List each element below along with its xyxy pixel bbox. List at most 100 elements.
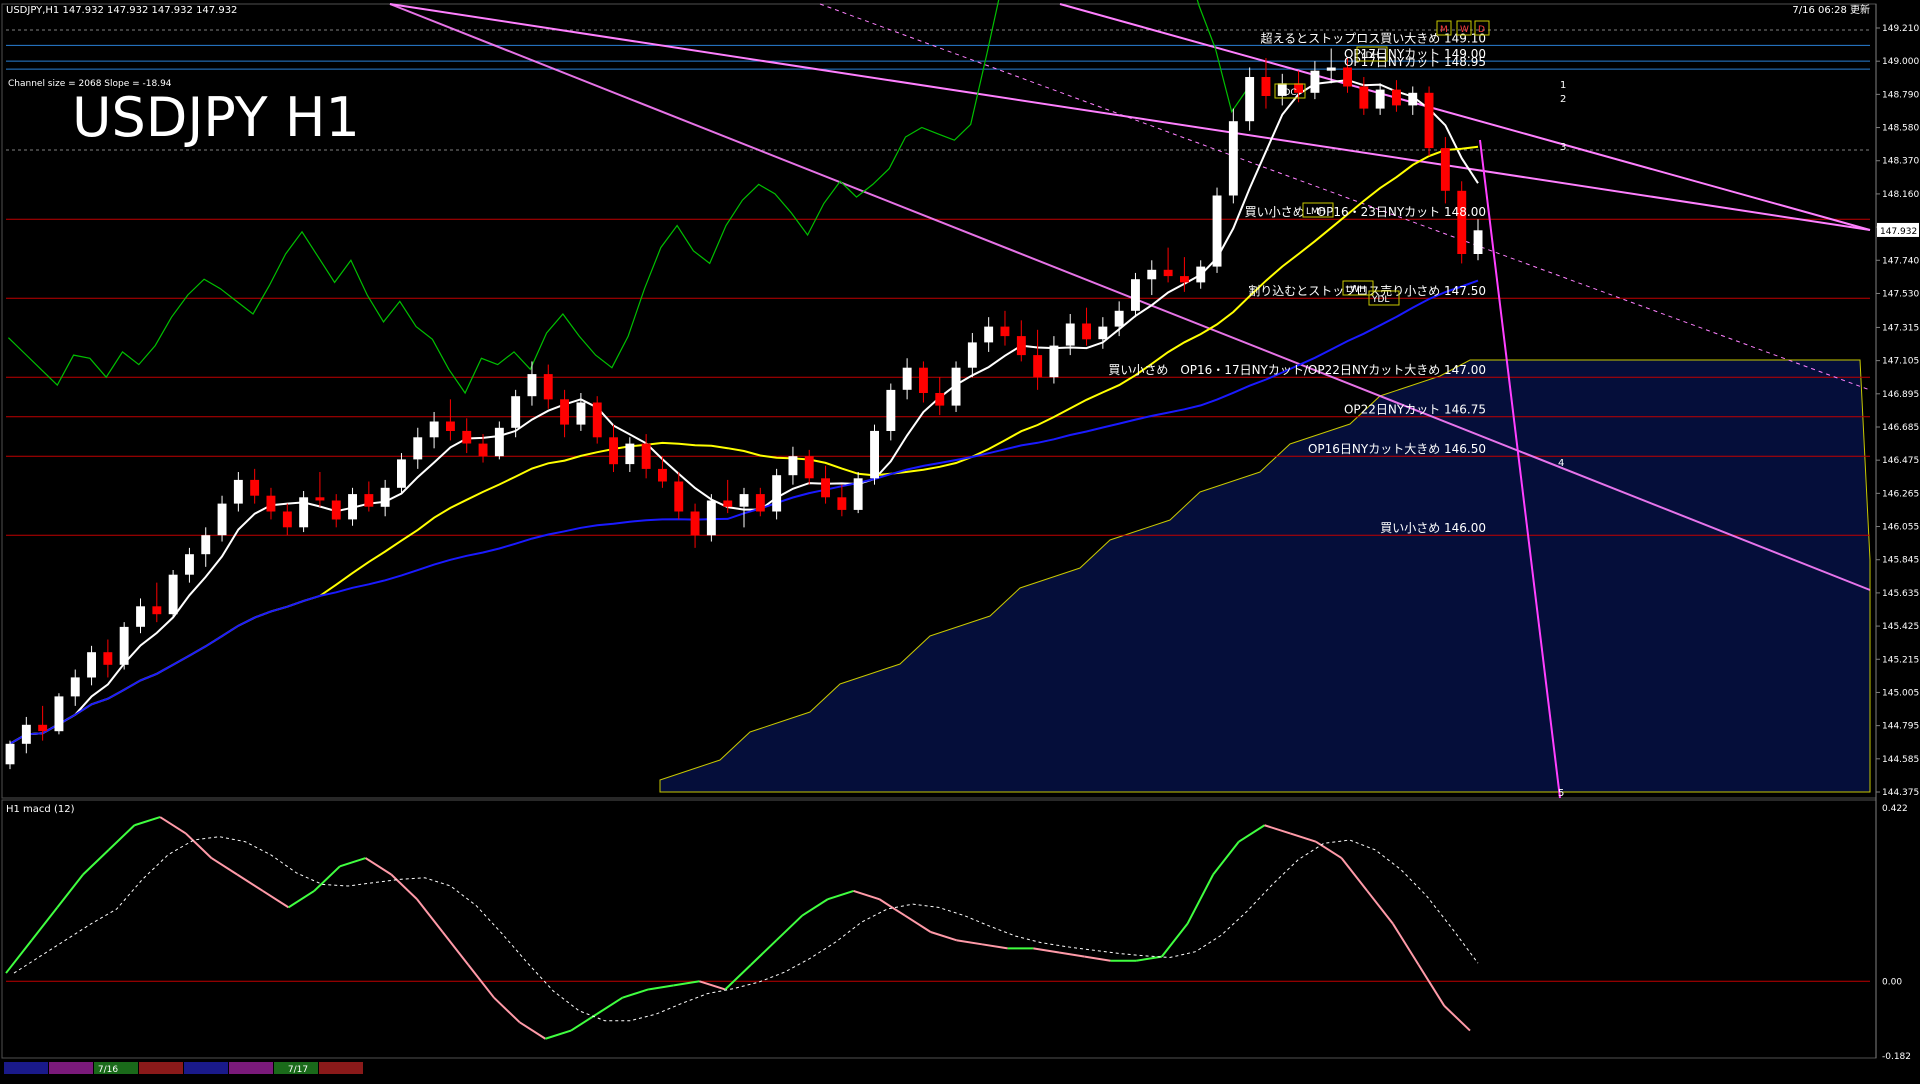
candle-body <box>299 497 309 528</box>
marker-label: W <box>1460 25 1469 35</box>
macd-label: H1 macd (12) <box>6 804 75 815</box>
candle-body <box>1114 310 1124 327</box>
macd-tick-label: 0.422 <box>1882 804 1908 814</box>
candle-body <box>723 500 733 507</box>
y-tick-label: 145.845 <box>1882 556 1919 566</box>
candle-body <box>511 396 521 428</box>
candle-body <box>152 606 162 615</box>
candle-body <box>1408 92 1418 106</box>
y-tick-label: 145.635 <box>1882 589 1919 599</box>
price-annotation: 買い小さめ OP16・23日NYカット 148.00 <box>1245 205 1486 219</box>
date-label: 7/17 <box>288 1065 308 1075</box>
y-tick-label: 145.005 <box>1882 689 1919 699</box>
candle-body <box>462 430 472 444</box>
price-annotation: 割り込むとストップロス売り小さめ 147.50 <box>1248 283 1486 298</box>
candle-body <box>837 497 847 510</box>
candle-body <box>54 696 64 732</box>
candle-body <box>951 367 961 406</box>
y-tick-label: 147.315 <box>1882 323 1919 333</box>
candle-body <box>1000 326 1010 337</box>
candle-body <box>870 430 879 479</box>
chart-window: 超えるとストップロス買い大きめ 149.10 OP17日NYカット 149.00 O… <box>0 0 1920 1080</box>
candle-body <box>250 479 260 496</box>
candle-body <box>1359 86 1369 109</box>
y-tick-label: 146.055 <box>1882 523 1919 533</box>
y-tick-label: 146.895 <box>1882 390 1919 400</box>
candle-body <box>1392 89 1401 106</box>
candle-body <box>478 443 488 457</box>
candle-body <box>935 393 945 406</box>
session-segment <box>229 1062 273 1074</box>
candle-body <box>185 554 194 575</box>
y-tick-label: 147.530 <box>1882 290 1919 300</box>
candle-body <box>1473 230 1483 254</box>
candle-body <box>1228 121 1238 196</box>
candle-body <box>755 494 765 512</box>
y-tick-label: 148.790 <box>1882 90 1919 100</box>
macd-tick-label: -0.182 <box>1882 1052 1911 1062</box>
candle-body <box>348 494 357 520</box>
candle-body <box>103 652 113 665</box>
candle-body <box>690 511 700 536</box>
candle-body <box>1326 67 1336 71</box>
candle-body <box>38 724 48 732</box>
price-annotation: 買い小さめ OP16・17日NYカット/OP22日NYカット大きめ 147.00 <box>1108 363 1486 377</box>
marker-label: YDH <box>1359 51 1379 61</box>
big-title: USDJPY H1 <box>72 86 360 149</box>
marker-label: LWH <box>1346 285 1366 295</box>
session-segment <box>319 1062 363 1074</box>
candle-body <box>446 421 455 431</box>
candle-body <box>364 494 374 507</box>
price-annotation: 買い小さめ 146.00 <box>1380 521 1486 535</box>
session-segment <box>139 1062 183 1074</box>
candle-body <box>1440 148 1450 191</box>
candle-body <box>1196 266 1206 283</box>
candle-body <box>804 456 814 479</box>
projection-label: 4 <box>1558 458 1564 469</box>
candle-body <box>1098 326 1108 340</box>
candle-body <box>1065 323 1075 346</box>
y-tick-label: 148.160 <box>1882 190 1919 200</box>
candle-body <box>674 481 684 512</box>
candle-body <box>1049 345 1059 378</box>
marker-label: LMH <box>1306 207 1326 217</box>
updated-time: 7/16 06:28 更新 <box>1792 3 1870 16</box>
candle-body <box>919 367 928 393</box>
session-segment <box>4 1062 48 1074</box>
candle-body <box>576 402 586 425</box>
session-segment <box>49 1062 93 1074</box>
price-annotation: 超えるとストップロス買い大きめ 149.10 <box>1261 30 1486 45</box>
y-tick-label: 146.265 <box>1882 489 1919 499</box>
candle-body <box>282 511 292 528</box>
projection-label: 2 <box>1560 94 1566 105</box>
candle-body <box>266 495 276 512</box>
candle-body <box>331 500 341 520</box>
candle-body <box>1147 269 1157 280</box>
candle-body <box>1310 70 1320 93</box>
candle-body <box>984 326 994 343</box>
candle-body <box>902 367 912 390</box>
candle-body <box>788 456 798 476</box>
candle-body <box>609 437 618 465</box>
candle-body <box>658 468 667 482</box>
price-chart[interactable]: 超えるとストップロス買い大きめ 149.10OP17日NYカット 149.00O… <box>0 0 1920 1080</box>
candle-body <box>168 574 178 615</box>
marker-label: D <box>1478 25 1485 35</box>
price-annotation: OP22日NYカット 146.75 <box>1344 403 1486 417</box>
y-tick-label: 147.740 <box>1882 256 1919 266</box>
candle-body <box>70 677 80 697</box>
candle-body <box>429 421 439 438</box>
projection-label: 5 <box>1558 788 1564 799</box>
candle-body <box>413 437 423 460</box>
projection-label: 1 <box>1560 80 1566 91</box>
y-tick-label: 146.475 <box>1882 456 1919 466</box>
candle-body <box>1261 77 1271 96</box>
candle-body <box>560 399 569 425</box>
candle-body <box>1033 355 1043 378</box>
candle-body <box>1016 336 1026 356</box>
candle-body <box>217 503 227 536</box>
y-tick-label: 144.585 <box>1882 755 1919 765</box>
candle-body <box>1457 190 1467 254</box>
candle-body <box>1375 89 1385 109</box>
projection-label: 3 <box>1560 142 1566 153</box>
